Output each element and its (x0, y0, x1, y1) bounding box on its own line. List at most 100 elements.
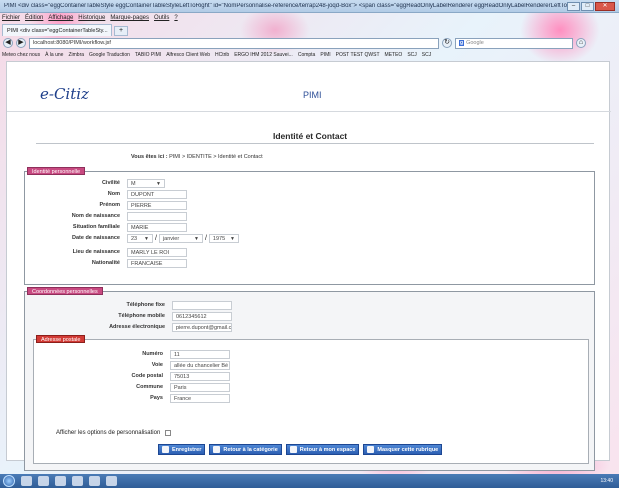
pays-input[interactable]: France (170, 393, 230, 403)
year-select[interactable]: 1975 ▼ (208, 233, 239, 243)
menu-fichier[interactable]: Fichier (2, 15, 20, 21)
taskbar-app-icon[interactable] (38, 476, 49, 486)
back-space-button[interactable]: Retour à mon espace (285, 444, 360, 455)
nom-naissance-input[interactable] (127, 211, 187, 221)
taskbar-clock: 13:40 (600, 478, 613, 484)
email-row: Adresse électronique pierre.dupont@gmail… (96, 322, 232, 332)
save-button[interactable]: Enregistrer (158, 444, 206, 455)
search-box[interactable]: g Google (455, 37, 573, 49)
civilite-select[interactable]: M ▼ (127, 178, 165, 188)
bookmark-item[interactable]: Meteo chez nous (2, 52, 40, 58)
nationalite-row: Nationalité FRANCAISE (51, 258, 187, 268)
bookmark-item[interactable]: METEO (385, 52, 403, 58)
nationalite-input[interactable]: FRANCAISE (127, 258, 187, 268)
prenom-input[interactable]: PIERRE (127, 200, 187, 210)
civilite-row: Civilité M ▼ (51, 178, 165, 188)
arrow-left-icon (213, 446, 221, 453)
menu-bar: Fichier Édition Affichage Historique Mar… (0, 13, 619, 23)
bookmark-item[interactable]: Google Traduction (89, 52, 130, 58)
bookmark-item[interactable]: ERGO IHM 2012 Sauvei... (234, 52, 293, 58)
taskbar-app-icon[interactable] (55, 476, 66, 486)
breadcrumb: Vous êtes ici : PIMI > IDENTITE > Identi… (131, 154, 263, 160)
bookmark-item[interactable]: SCJ (422, 52, 431, 58)
fixe-input[interactable] (172, 300, 232, 310)
menu-historique[interactable]: Historique (78, 15, 105, 21)
google-icon: g (459, 40, 465, 46)
bookmark-item[interactable]: À la une (45, 52, 63, 58)
chevron-down-icon: ▼ (156, 180, 161, 187)
voie-input[interactable]: allée du chancelier Bé (170, 360, 230, 370)
header-divider (7, 111, 611, 112)
numero-row: Numéro 11 (94, 349, 230, 359)
taskbar: 13:40 (0, 474, 619, 488)
menu-help[interactable]: ? (174, 15, 177, 21)
ecitiz-logo[interactable]: e-Citiz (40, 85, 89, 103)
taskbar-app-icon[interactable] (21, 476, 32, 486)
home-button[interactable]: ⌂ (576, 38, 586, 48)
menu-outils[interactable]: Outils (154, 15, 169, 21)
email-input[interactable]: pierre.dupont@gmail.c (172, 322, 232, 332)
fixe-row: Téléphone fixe (96, 300, 232, 310)
breadcrumb-path[interactable]: PIMI > IDENTITE > Identité et Contact (169, 154, 263, 160)
bookmark-item[interactable]: HCtrib (215, 52, 229, 58)
lieu-input[interactable]: MARLY LE ROI (127, 247, 187, 257)
forward-button[interactable]: ▶ (16, 38, 26, 48)
browser-tab[interactable]: PIMI <div class="eggContainerTableSty... (2, 24, 112, 36)
bookmark-item[interactable]: PIMI (320, 52, 330, 58)
voie-label: Voie (151, 362, 163, 368)
bookmark-item[interactable]: Zimbra (68, 52, 84, 58)
identity-fieldset: Identité personnelle Civilité M ▼ Nom DUP… (24, 167, 595, 285)
year-value: 1975 (212, 235, 226, 242)
bookmark-item[interactable]: SCJ (407, 52, 416, 58)
commune-input[interactable]: Paris (170, 382, 230, 392)
minimize-button[interactable]: – (567, 1, 580, 11)
taskbar-app-icon[interactable] (89, 476, 100, 486)
tab-label: PIMI <div class="eggContainerTableSty... (7, 27, 108, 34)
bookmark-item[interactable]: Alfresco Client Web (166, 52, 210, 58)
options-checkbox[interactable] (165, 430, 172, 436)
situation-row: Situation familiale MARIE (51, 222, 187, 232)
hide-icon (367, 446, 375, 453)
pays-label: Pays (150, 395, 163, 401)
page-title: Identité et Contact (273, 131, 348, 141)
day-select[interactable]: 23 ▼ (127, 233, 153, 243)
back-category-button[interactable]: Retour à la catégorie (209, 444, 282, 455)
civilite-label: Civilité (101, 180, 120, 186)
bookmark-item[interactable]: Compta (298, 52, 316, 58)
identity-legend: Identité personnelle (27, 167, 86, 175)
bookmarks-bar: Meteo chez nous À la une Zimbra Google T… (0, 50, 619, 60)
chevron-down-icon: ▼ (229, 235, 235, 242)
numero-input[interactable]: 11 (170, 349, 230, 359)
month-select[interactable]: janvier ▼ (158, 233, 203, 243)
bookmark-item[interactable]: POST TEST QWST (336, 52, 380, 58)
web-page: e-Citiz PIMI Identité et Contact Vous êt… (6, 61, 611, 471)
lieu-row: Lieu de naissance MARLY LE ROI (51, 247, 187, 257)
maximize-button[interactable]: □ (581, 1, 594, 11)
close-button[interactable]: ✕ (595, 1, 615, 11)
back-button[interactable]: ◀ (3, 38, 13, 48)
nom-input[interactable]: DUPONT (127, 189, 187, 199)
taskbar-app-icon[interactable] (106, 476, 117, 486)
start-button[interactable] (3, 475, 15, 487)
day-value: 23 (131, 235, 138, 242)
mobile-input[interactable]: 0612345612 (172, 311, 232, 321)
new-tab-button[interactable]: + (114, 26, 128, 36)
action-buttons: Enregistrer Retour à la catégorie Retour… (158, 444, 443, 455)
menu-marque-pages[interactable]: Marque-pages (110, 15, 149, 21)
home-icon (289, 446, 297, 453)
window-controls: – □ ✕ (567, 1, 615, 11)
url-bar[interactable]: localhost:8080/PIMI/workflow.jsf (29, 37, 439, 49)
window-titlebar: PIMI <div class="eggContainerTableStyle … (0, 0, 619, 13)
taskbar-app-icon[interactable] (72, 476, 83, 486)
situation-input[interactable]: MARIE (127, 222, 187, 232)
menu-edition[interactable]: Édition (25, 15, 43, 21)
cp-input[interactable]: 75013 (170, 371, 230, 381)
hide-section-button[interactable]: Masquer cette rubrique (363, 444, 443, 455)
save-icon (162, 446, 169, 453)
bookmark-item[interactable]: TABIO PIMI (135, 52, 161, 58)
nom-label: Nom (107, 191, 120, 197)
reload-button[interactable]: ↻ (442, 38, 452, 48)
menu-affichage[interactable]: Affichage (48, 15, 73, 21)
cp-row: Code postal 75013 (94, 371, 230, 381)
numero-label: Numéro (142, 351, 163, 357)
